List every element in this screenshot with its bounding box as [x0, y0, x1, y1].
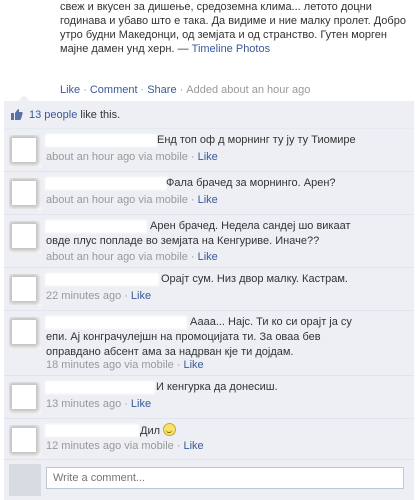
redacted-author: [46, 135, 156, 146]
avatar[interactable]: [9, 221, 41, 253]
comment-input[interactable]: [46, 467, 404, 489]
comment-item: Орајт сум. Низ двор малку. Кастрам. 22 m…: [4, 268, 414, 311]
redacted-author: [46, 425, 138, 436]
comment-via: via mobile: [124, 359, 174, 371]
post-text-block: свеж и вкусен за дишење, средоземна клим…: [60, 0, 410, 56]
avatar[interactable]: [9, 317, 41, 349]
redacted-author: [46, 178, 166, 189]
post-comment-link[interactable]: Comment: [90, 84, 138, 96]
smiley-emoticon-icon: [163, 423, 177, 436]
comment-text: Арен брачед. Недела сандеј шо викаат овд…: [46, 220, 351, 247]
comment-via: via mobile: [138, 151, 188, 163]
comment-composer: [4, 460, 414, 500]
comment-like-link[interactable]: Like: [131, 290, 151, 302]
avatar: [9, 464, 41, 496]
timeline-photos-link[interactable]: Timeline Photos: [192, 43, 270, 55]
comment-meta: about an hour ago via mobile · Like: [46, 151, 218, 163]
comment-item: И кенгурка да донесиш. 13 minutes ago · Li…: [4, 376, 414, 419]
comment-text: Аааа... Најс. Ти ко си орајт ја су епи. …: [46, 316, 352, 358]
avatar[interactable]: [9, 425, 41, 457]
comment-time: about an hour ago: [46, 251, 136, 263]
likes-count-link[interactable]: 13 people: [29, 109, 77, 121]
feedback-panel: 13 people like this. Енд топ оф д морнин…: [4, 95, 414, 500]
comment-via: via mobile: [124, 440, 174, 452]
comment-meta: 12 minutes ago via mobile · Like: [46, 440, 204, 452]
comment-like-link[interactable]: Like: [183, 440, 203, 452]
comment-time: about an hour ago: [46, 151, 136, 163]
thumbs-up-icon: [11, 109, 23, 120]
comment-time: 13 minutes ago: [46, 398, 122, 410]
comment-item: Аааа... Најс. Ти ко си орајт ја су епи. …: [4, 311, 414, 376]
post-actions: Like · Comment · Share · Added about an hour a…: [60, 84, 311, 96]
comment-time: 18 minutes ago: [46, 359, 122, 371]
comment-like-link[interactable]: Like: [198, 251, 218, 263]
avatar[interactable]: [9, 135, 41, 167]
comment-like-link[interactable]: Like: [131, 398, 151, 410]
comment-like-link[interactable]: Like: [183, 359, 203, 371]
post-share-link[interactable]: Share: [147, 84, 176, 96]
comment-via: via mobile: [138, 251, 188, 263]
comment-via: via mobile: [138, 194, 188, 206]
comment-item: Енд топ оф д морнинг ту ју ту Тиомире ab…: [4, 129, 414, 172]
comment-like-link[interactable]: Like: [198, 194, 218, 206]
comment-meta: 22 minutes ago · Like: [46, 290, 152, 302]
comment-item: Фала брачед за морнинго. Арен? about an …: [4, 172, 414, 215]
redacted-author: [46, 274, 158, 285]
avatar[interactable]: [9, 274, 41, 306]
comment-text: И кенгурка да донесиш.: [156, 381, 278, 393]
comment-time: 22 minutes ago: [46, 290, 122, 302]
comment-time: about an hour ago: [46, 194, 136, 206]
comment-text: Фала брачед за морнинго. Арен?: [166, 177, 336, 189]
comment-time: 12 minutes ago: [46, 440, 122, 452]
comment-text: Дил: [140, 423, 400, 439]
comment-meta: 13 minutes ago · Like: [46, 398, 152, 410]
avatar[interactable]: [9, 382, 41, 414]
comment-item: Арен брачед. Недела сандеј шо викаат овд…: [4, 215, 414, 268]
post-like-link[interactable]: Like: [60, 84, 80, 96]
post-timestamp: Added about an hour ago: [186, 84, 311, 96]
comment-item: Дил 12 minutes ago via mobile · Like: [4, 419, 414, 460]
likes-text: 13 people like this.: [29, 109, 121, 121]
comment-meta: about an hour ago via mobile · Like: [46, 251, 218, 263]
comment-text: Орајт сум. Низ двор малку. Кастрам.: [161, 273, 348, 285]
likes-summary: 13 people like this.: [4, 101, 414, 129]
redacted-author: [46, 382, 154, 393]
avatar[interactable]: [9, 178, 41, 210]
comment-meta: 18 minutes ago via mobile · Like: [46, 359, 204, 371]
comment-text: Енд топ оф д морнинг ту ју ту Тиомире: [157, 134, 356, 146]
comment-meta: about an hour ago via mobile · Like: [46, 194, 218, 206]
comment-like-link[interactable]: Like: [198, 151, 218, 163]
